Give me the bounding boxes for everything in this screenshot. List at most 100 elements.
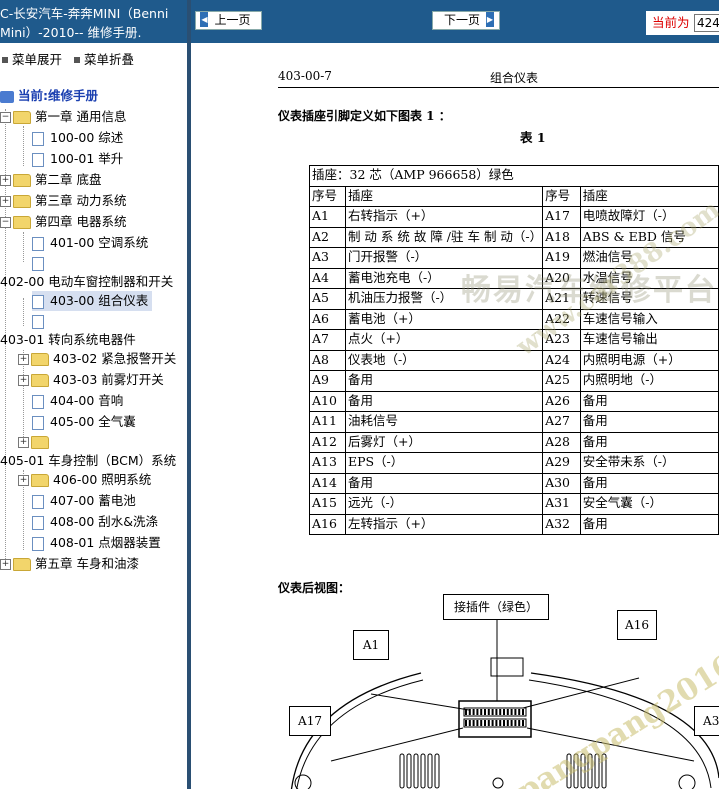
pin-function: EPS（-） — [344, 452, 544, 474]
expand-icon[interactable]: + — [0, 559, 11, 570]
pin-function: 车速信号输出 — [579, 329, 719, 351]
connector-pin — [487, 709, 490, 715]
pin-function: 备用 — [579, 513, 719, 535]
connector-pin — [468, 709, 471, 715]
tree-label: 第四章 电器系统 — [35, 214, 127, 229]
vent-slot — [413, 753, 419, 789]
pin-no: A1 — [309, 206, 346, 228]
tree-item-408-01[interactable]: 408-01 点烟器装置 — [32, 533, 161, 553]
tree-label: 100-01 举升 — [50, 151, 124, 166]
pin-function: 备用 — [579, 431, 719, 453]
pin-function: 油耗信号 — [344, 411, 544, 433]
current-page-label: 当前为 — [652, 15, 690, 30]
tree-item-405-00[interactable]: 405-00 全气囊 — [32, 412, 136, 432]
pin-no: A30 — [542, 472, 581, 494]
tree-chapter-3[interactable]: + 第三章 动力系统 — [0, 191, 126, 211]
current-page-box: 当前为 — [646, 11, 719, 35]
table-row: A12 后雾灯（+） A28 备用 — [309, 431, 719, 453]
tree-chapter-2[interactable]: + 第二章 底盘 — [0, 170, 101, 190]
pin-no: A5 — [309, 288, 346, 310]
collapse-icon[interactable]: − — [0, 112, 11, 123]
menu-expand-button[interactable]: 菜单展开 — [0, 52, 62, 67]
tree-item-blank[interactable] — [32, 253, 50, 273]
tree-chapter-4[interactable]: − 第四章 电器系统 — [0, 212, 126, 232]
tree-item-402-00[interactable]: 402-00 电动车窗控制器和开关 — [0, 272, 173, 292]
tree-item-404-00[interactable]: 404-00 音响 — [32, 391, 123, 411]
pin-a17-label-box: A17 — [289, 706, 331, 736]
connector-pin — [465, 720, 467, 726]
leader-line-a1 — [370, 693, 470, 711]
table-row: A15 远光（-） A31 安全气囊（-） — [309, 493, 719, 515]
tree-item-408-00[interactable]: 408-00 刮水&洗涤 — [32, 512, 158, 532]
connector-pin — [522, 709, 524, 715]
pin-no: A8 — [309, 349, 346, 371]
page-toolbar: ◀ 上一页 下一页 ▶ 当前为 — [191, 0, 719, 43]
tree-item-407-00[interactable]: 407-00 蓄电池 — [32, 491, 136, 511]
tree-item-405-01[interactable]: 405-01 车身控制（BCM）系统 — [0, 451, 176, 471]
expand-icon[interactable]: + — [0, 196, 11, 207]
vent-slots — [399, 753, 440, 789]
pin-a32-label-box: A32 — [694, 706, 719, 736]
pin-a1-label-box: A1 — [353, 630, 389, 660]
folder-open-icon — [13, 216, 31, 229]
tree-item-401-00[interactable]: 401-00 空调系统 — [32, 233, 148, 253]
page-header: 403-00-7 组合仪表 — [278, 69, 719, 88]
arrow-right-icon: ▶ — [486, 12, 494, 27]
table-row: A9 备用 A25 内照明地（-） — [309, 370, 719, 392]
expand-icon[interactable]: + — [0, 175, 11, 186]
menu-controls: 菜单展开 菜单折叠 — [0, 49, 134, 68]
folder-icon — [31, 474, 49, 487]
square-icon — [2, 56, 8, 63]
expand-icon[interactable]: + — [18, 475, 29, 486]
connector-pin — [503, 720, 505, 726]
manual-title: C-长安汽车-奔奔MINI（Benni Mini）-2010-- 维修手册. — [0, 0, 187, 43]
content-frame: ◀上一页 下一页 ▶ 当前为 403-00-7 组合仪表 仪表插座引脚定义如下图表… — [191, 0, 719, 789]
tree-root-current[interactable]: 当前:维修手册 — [0, 86, 98, 106]
tree-chapter-1[interactable]: − 第一章 通用信息 — [0, 107, 126, 127]
page-code: 403-00-7 — [278, 69, 332, 83]
folder-icon — [13, 195, 31, 208]
pin-function: 制 动 系 统 故 障 /驻 车 制 动（-） — [344, 226, 544, 248]
tree-item-403-02[interactable]: +403-02 紧急报警开关 — [18, 349, 176, 369]
prev-page-button[interactable]: ◀ 上一页 — [195, 11, 262, 30]
tree-item-blank[interactable] — [32, 311, 50, 331]
page-section-title: 组合仪表 — [490, 71, 539, 85]
page-icon — [32, 494, 44, 509]
page-number-input[interactable] — [694, 14, 719, 32]
tree-label: 403-02 紧急报警开关 — [53, 351, 177, 366]
pin-no: A10 — [309, 390, 346, 412]
tree-label: 404-00 音响 — [50, 393, 124, 408]
expand-icon[interactable]: + — [18, 354, 29, 365]
vent-slot — [406, 753, 412, 789]
connector-pin — [495, 720, 498, 726]
connector-label-box: 接插件（绿色） — [443, 594, 549, 620]
pin-function: 内照明电源（+） — [579, 349, 719, 371]
tree-item-100-01[interactable]: 100-01 举升 — [32, 149, 123, 169]
pin-a16-label: A16 — [625, 618, 649, 632]
pin-a16-label-box: A16 — [617, 610, 657, 640]
pin-no: A6 — [309, 308, 346, 330]
tree-item-406-00[interactable]: +406-00 照明系统 — [18, 470, 151, 490]
connector-pin — [472, 709, 475, 715]
folder-icon — [31, 374, 49, 387]
expand-icon[interactable]: + — [18, 437, 29, 448]
tree-item-blank-folder[interactable]: + — [18, 432, 53, 452]
expand-icon[interactable]: + — [18, 375, 29, 386]
connector-pin — [468, 720, 471, 726]
menu-collapse-button[interactable]: 菜单折叠 — [72, 52, 134, 67]
tree-label: 405-01 车身控制（BCM）系统 — [0, 453, 177, 468]
tree-item-403-03[interactable]: +403-03 前雾灯开关 — [18, 370, 164, 390]
tree-item-403-01[interactable]: 403-01 转向系统电器件 — [0, 330, 136, 350]
tree-item-100-00[interactable]: 100-00 综述 — [32, 128, 123, 148]
table-row: A16 左转指示（+） A32 备用 — [309, 513, 719, 535]
collapse-icon[interactable]: − — [0, 217, 11, 228]
connector-pin — [476, 709, 479, 715]
next-page-button[interactable]: 下一页 ▶ — [432, 11, 500, 30]
tree-label: 406-00 照明系统 — [53, 472, 152, 487]
connector-pin — [476, 720, 479, 726]
tree-label: 第二章 底盘 — [35, 172, 102, 187]
tree-item-403-00-selected[interactable]: 403-00 组合仪表 — [32, 291, 153, 311]
page-icon — [32, 415, 44, 430]
vent-slot — [434, 753, 440, 789]
tree-chapter-5[interactable]: + 第五章 车身和油漆 — [0, 554, 139, 574]
